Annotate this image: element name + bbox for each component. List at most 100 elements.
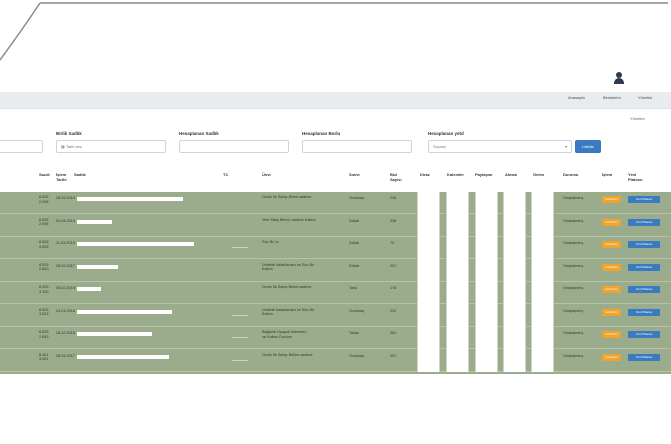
- row-date: 02.04.2019: [56, 218, 76, 223]
- row-quantity: 72: [390, 241, 395, 245]
- row-view-button[interactable]: Görünüm: [602, 308, 621, 316]
- nav-link-admin[interactable]: Yönetici: [638, 95, 652, 100]
- row-description: Ünitede kalanlardan ve Sıkı Bir Kalem: [262, 262, 315, 272]
- row-description: Ünitede kalanlardan ve Sıkı Bir Kalem: [262, 307, 315, 317]
- row-divider: [0, 370, 671, 372]
- row-id: 8.525 2.800: [39, 262, 49, 272]
- row-view-button[interactable]: Görünüm: [602, 353, 621, 361]
- row-class: Sıklalı: [349, 241, 360, 245]
- row-status: Onaylanmış: [563, 241, 584, 245]
- row-class: Ovulmaş: [349, 196, 364, 200]
- row-quantity: 246: [390, 196, 397, 200]
- col-header-status[interactable]: Durumu: [563, 172, 578, 177]
- filter-label-3: Hesaplanan Borlu: [302, 131, 341, 136]
- row-platform-button[interactable]: Yeni Platosu: [628, 263, 660, 271]
- row-platform-button[interactable]: Yeni Platosu: [628, 196, 660, 203]
- row-view-button[interactable]: Görünüm: [602, 286, 621, 293]
- chevron-down-icon: ▾: [564, 144, 567, 149]
- row-date: 28.01.2017: [56, 353, 76, 358]
- filter-input-0[interactable]: [0, 140, 43, 153]
- col-header-qty[interactable]: Bizi Sayısı: [390, 172, 402, 182]
- row-quantity: 207: [390, 353, 397, 358]
- col-header-c4[interactable]: Alınan: [505, 172, 517, 177]
- user-icon[interactable]: [614, 72, 624, 84]
- nav-link-home[interactable]: Anasayfa: [568, 95, 585, 100]
- row-view-button[interactable]: Görünüm: [602, 331, 621, 338]
- row-platform-button[interactable]: Yeni Platosu: [628, 218, 660, 226]
- row-platform-button[interactable]: Yeni Platosu: [628, 241, 660, 248]
- row-name-bar: [77, 242, 194, 246]
- row-id: 8.425 3.100: [39, 285, 49, 294]
- col-header-tc[interactable]: TC: [223, 172, 228, 177]
- row-view-button[interactable]: Görünüm: [602, 263, 621, 271]
- filter-input-2[interactable]: [179, 140, 289, 153]
- col-header-class[interactable]: Sınıvı: [349, 172, 360, 177]
- col-header-name[interactable]: Sadlık: [74, 172, 86, 177]
- col-header-c5[interactable]: Gelen: [533, 172, 544, 177]
- col-header-c1[interactable]: Kiraz: [420, 172, 430, 177]
- row-view-button[interactable]: Görünüm: [602, 196, 621, 203]
- table-row[interactable]: 8.425 3.100 08.02.2019 Ovulo İlk Satışı Bi…: [0, 282, 671, 304]
- col-header-desc[interactable]: Ünvı: [262, 172, 271, 177]
- row-id: 8.525 2.596: [39, 217, 49, 227]
- row-tc-redacted: [232, 359, 248, 361]
- col-header-c3[interactable]: Paylaşım: [475, 172, 492, 177]
- row-view-button[interactable]: Görünüm: [602, 218, 621, 226]
- row-quantity: 232: [390, 308, 397, 313]
- row-name-bar: [77, 197, 183, 201]
- section-note: Yönetim: [630, 116, 645, 121]
- row-tc-redacted: [232, 247, 248, 248]
- filter-label-2: Hesaplanan Sadlık: [179, 131, 219, 136]
- nav-link-units[interactable]: Birimlerim: [603, 95, 621, 100]
- empty-column-5: [531, 192, 554, 372]
- table-row[interactable]: 8.525 2.596 02.04.2019 Yeni Satış Birimi, …: [0, 215, 671, 237]
- date-filter-input[interactable]: ▦ Tarih seç: [56, 140, 166, 153]
- row-platform-button[interactable]: Yeni Platosu: [628, 353, 660, 361]
- table-row[interactable]: 8.525 3.023 24.01.2018 Ünitede kalanlardan…: [0, 305, 671, 327]
- empty-column-1: [417, 192, 440, 372]
- app-window: Anasayfa Birimlerim Yönetici Yönetim Bir…: [0, 0, 671, 444]
- row-platform-button[interactable]: Yeni Platosu: [628, 331, 660, 338]
- row-quantity: 176: [390, 286, 397, 290]
- row-status: Onaylanmış: [563, 331, 584, 335]
- row-date: 24.01.2018: [56, 308, 76, 313]
- filter-label-1: Birlik Sadlık: [56, 131, 82, 136]
- select-filter[interactable]: Seçiniz ▾: [428, 140, 572, 153]
- table-row[interactable]: 8.526 3.025 11.03.2019 Sıkı İlk Le Sıklalı 7…: [0, 237, 671, 259]
- row-id: 8.401 3.061: [39, 352, 49, 362]
- row-platform-button[interactable]: Yeni Platosu: [628, 286, 660, 293]
- table-row[interactable]: 8.525 2.800 28.02.2017 Ünitede kalanlardan…: [0, 260, 671, 282]
- row-class: Sıklalı: [349, 218, 360, 223]
- col-header-date[interactable]: İşlem Tarihi: [56, 172, 67, 182]
- col-header-c2[interactable]: Kalemler: [447, 172, 464, 177]
- table-row[interactable]: 8.401 3.061 28.01.2017 Ovulo İlk Satışı Bö…: [0, 350, 671, 372]
- row-name-bar: [77, 264, 118, 269]
- filter-label-4: Hesaplanan yetd: [428, 131, 464, 136]
- table-row[interactable]: 8.525 2.843 28.12.2018 Bağlantı Üçayak Kal…: [0, 327, 671, 349]
- row-date: 28.03.2019: [56, 196, 76, 200]
- row-class: Tarlu: [349, 286, 358, 290]
- row-platform-button[interactable]: Yeni Platosu: [628, 308, 660, 316]
- row-class: Tarlalı: [349, 331, 360, 335]
- col-header-no[interactable]: Sacdi: [39, 172, 50, 177]
- table-header: Sacdi İşlem Tarihi Sadlık TC Ünvı Sınıvı…: [0, 166, 671, 193]
- row-tc-redacted: [232, 337, 248, 338]
- row-name-bar: [77, 332, 152, 336]
- row-quantity: 261: [390, 331, 397, 335]
- row-status: Onaylanmış: [563, 353, 584, 358]
- col-header-platform[interactable]: Yeni Platosu: [628, 172, 642, 182]
- table-row[interactable]: 8.525 2.098 28.03.2019 Ovulo İlk Satışı Bi…: [0, 192, 671, 214]
- row-description: Ovulo İlk Satışı Birimi sadece: [262, 285, 312, 289]
- empty-column-2: [446, 192, 469, 372]
- row-description: Yeni Satış Birimi, sadece Kalem: [262, 217, 316, 222]
- row-date: 28.02.2017: [56, 263, 76, 268]
- row-quantity: 238: [390, 218, 397, 223]
- empty-column-4: [503, 192, 526, 372]
- row-name-bar: [77, 287, 101, 291]
- row-view-button[interactable]: Görünüm: [602, 241, 621, 248]
- row-status: Onaylanmış: [563, 196, 584, 200]
- col-header-action[interactable]: İşlem: [602, 172, 612, 177]
- list-button[interactable]: Listele: [575, 140, 601, 153]
- filter-input-3[interactable]: [302, 140, 412, 153]
- row-id: 8.525 2.843: [39, 330, 49, 339]
